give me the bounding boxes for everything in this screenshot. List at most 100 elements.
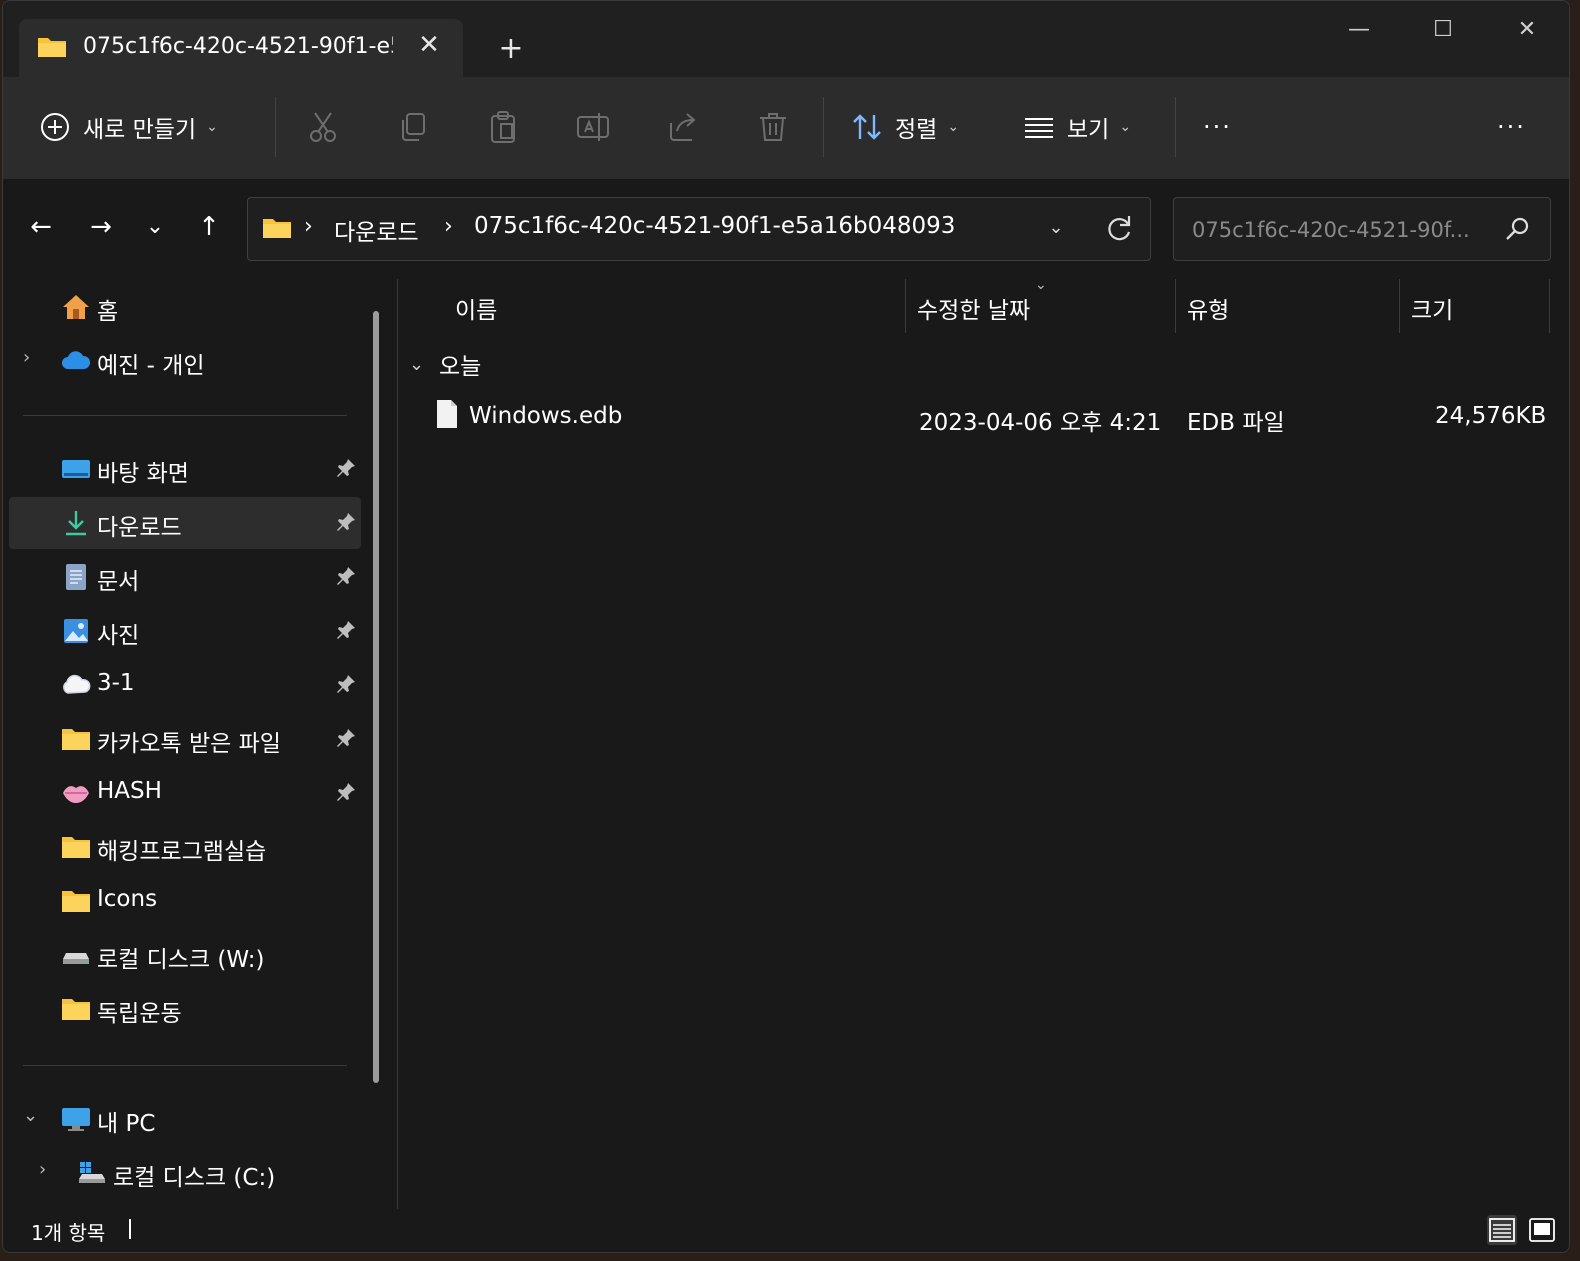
file-date: 2023-04-06 오후 4:21 <box>919 410 1162 436</box>
copy-icon[interactable] <box>395 109 431 145</box>
sidebar-item-documents[interactable]: 문서 <box>9 551 361 603</box>
more-options-button[interactable]: ··· <box>1203 105 1232 149</box>
column-divider[interactable] <box>1399 279 1400 333</box>
sidebar-item-independence[interactable]: 독립운동 <box>9 983 361 1035</box>
file-row[interactable]: Windows.edb 2023-04-06 오후 4:21 EDB 파일 24… <box>419 395 1555 443</box>
lips-icon <box>61 779 91 807</box>
chevron-down-icon[interactable]: ⌄ <box>23 1105 43 1129</box>
column-divider[interactable] <box>1175 279 1176 333</box>
file-list: 이름 수정한 날짜 ⌄ 유형 크기 ⌄ 오늘 Windows.edb 2023-… <box>399 277 1569 1209</box>
large-icons-view-button[interactable] <box>1527 1215 1557 1245</box>
search-icon[interactable] <box>1502 214 1532 244</box>
sidebar-item-label: HASH <box>97 778 162 804</box>
search-input[interactable] <box>1190 214 1494 246</box>
pin-icon[interactable] <box>335 673 357 695</box>
column-divider[interactable] <box>905 279 906 333</box>
pin-icon[interactable] <box>335 565 357 587</box>
new-button-label: 새로 만들기 <box>83 117 197 143</box>
sidebar-item-label: 해킹프로그램실습 <box>97 839 267 865</box>
navigation-pane: 홈 › 예진 - 개인 바탕 화면 다운로드 문서 사진 3-1 카카오톡 받은… <box>3 279 393 1209</box>
pin-icon[interactable] <box>335 781 357 803</box>
breadcrumb-separator: › <box>304 214 313 239</box>
sidebar-item-drive-w[interactable]: 로컬 디스크 (W:) <box>9 929 361 981</box>
sidebar-item-icons[interactable]: Icons <box>9 875 361 927</box>
sort-label: 정렬 <box>895 117 938 143</box>
close-window-button[interactable]: ✕ <box>1507 13 1547 47</box>
group-header-today[interactable]: ⌄ 오늘 <box>409 347 481 381</box>
sidebar-item-label: 예진 - 개인 <box>97 353 205 379</box>
chevron-right-icon[interactable]: › <box>23 347 43 371</box>
view-label: 보기 <box>1067 117 1110 143</box>
address-bar[interactable]: › 다운로드 › 075c1f6c-420c-4521-90f1-e5a16b0… <box>247 197 1151 261</box>
folder-icon <box>61 725 91 753</box>
folder-icon <box>61 995 91 1023</box>
pin-icon[interactable] <box>335 511 357 533</box>
pin-icon[interactable] <box>335 727 357 749</box>
column-header-size[interactable]: 크기 <box>1411 291 1453 337</box>
sidebar-item-desktop[interactable]: 바탕 화면 <box>9 443 361 495</box>
close-tab-button[interactable]: ✕ <box>413 29 445 61</box>
paste-icon[interactable] <box>485 109 521 145</box>
sidebar-item-pictures[interactable]: 사진 <box>9 605 361 657</box>
sidebar-item-kakaotalk-files[interactable]: 카카오톡 받은 파일 <box>9 713 361 765</box>
sort-button[interactable]: 정렬 ⌄ <box>851 105 959 149</box>
sidebar-item-label: 문서 <box>97 569 140 595</box>
column-header-type[interactable]: 유형 <box>1187 291 1229 337</box>
tab-current-folder[interactable]: 075c1f6c-420c-4521-90f1-e5a16b048093 ✕ <box>19 19 463 77</box>
chevron-right-icon[interactable]: › <box>39 1159 59 1183</box>
sidebar-item-label: 로컬 디스크 (C:) <box>113 1165 276 1191</box>
folder-icon <box>262 216 292 244</box>
maximize-button[interactable]: ☐ <box>1423 13 1463 47</box>
new-button[interactable]: 새로 만들기 ⌄ <box>39 105 218 149</box>
rename-icon[interactable] <box>575 109 611 145</box>
minimize-button[interactable]: — <box>1339 13 1379 47</box>
recent-locations-button[interactable]: ⌄ <box>137 209 173 245</box>
new-tab-button[interactable]: + <box>493 31 529 67</box>
home-icon <box>61 293 91 321</box>
sidebar-item-hacking-practice[interactable]: 해킹프로그램실습 <box>9 821 361 873</box>
breadcrumb-downloads[interactable]: 다운로드 <box>334 213 419 247</box>
share-icon[interactable] <box>665 109 701 145</box>
overflow-menu-button[interactable]: ··· <box>1497 105 1526 149</box>
breadcrumb-current-folder[interactable]: 075c1f6c-420c-4521-90f1-e5a16b048093 <box>474 213 955 239</box>
sidebar-item-label: 내 PC <box>97 1111 156 1137</box>
sidebar-item-label: 3-1 <box>97 670 135 696</box>
view-button[interactable]: 보기 ⌄ <box>1023 105 1131 149</box>
sidebar-item-label: 바탕 화면 <box>97 461 189 487</box>
sidebar-item-this-pc[interactable]: ⌄ 내 PC <box>9 1093 361 1145</box>
toolbar-divider <box>1175 97 1176 157</box>
column-divider[interactable] <box>1549 279 1550 333</box>
sidebar-item-home[interactable]: 홈 <box>9 281 361 333</box>
chevron-down-icon: ⌄ <box>947 119 960 135</box>
pane-splitter[interactable] <box>397 279 398 1209</box>
sidebar-item-label: 사진 <box>97 623 140 649</box>
download-icon <box>61 509 91 537</box>
column-header-date[interactable]: 수정한 날짜 <box>917 291 1030 337</box>
file-explorer-window: 075c1f6c-420c-4521-90f1-e5a16b048093 ✕ +… <box>2 0 1570 1253</box>
sidebar-item-drive-c[interactable]: › 로컬 디스크 (C:) <box>25 1147 377 1199</box>
status-bar: 1개 항목 <box>3 1209 1569 1252</box>
sidebar-scrollbar[interactable] <box>373 311 379 1083</box>
sort-arrows-icon <box>853 114 881 140</box>
cloud-sticker-icon <box>61 671 91 699</box>
address-history-button[interactable]: ⌄ <box>1040 212 1072 244</box>
sidebar-item-downloads[interactable]: 다운로드 <box>9 497 361 549</box>
sidebar-item-3-1[interactable]: 3-1 <box>9 659 361 711</box>
up-button[interactable]: ↑ <box>191 209 227 245</box>
pin-icon[interactable] <box>335 619 357 641</box>
refresh-icon[interactable] <box>1102 212 1136 246</box>
details-view-button[interactable] <box>1487 1215 1517 1245</box>
list-view-icon <box>1025 118 1053 138</box>
search-box[interactable] <box>1173 197 1551 261</box>
sidebar-item-onedrive[interactable]: › 예진 - 개인 <box>9 335 361 387</box>
group-label: 오늘 <box>439 354 482 380</box>
forward-button[interactable]: → <box>83 209 119 245</box>
cut-icon[interactable] <box>305 109 341 145</box>
pin-icon[interactable] <box>335 457 357 479</box>
back-button[interactable]: ← <box>23 209 59 245</box>
chevron-down-icon: ⌄ <box>409 353 425 375</box>
column-header-name[interactable]: 이름 <box>455 291 497 337</box>
trash-icon[interactable] <box>755 109 791 145</box>
sidebar-item-hash[interactable]: HASH <box>9 767 361 819</box>
status-divider <box>129 1219 131 1239</box>
